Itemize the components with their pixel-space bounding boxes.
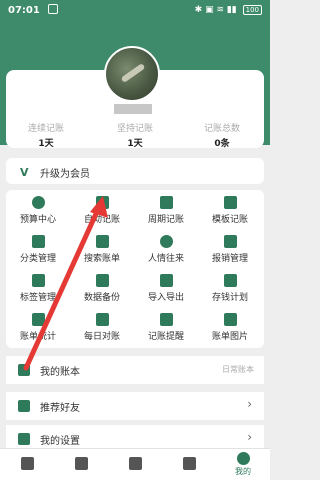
tab-wallet[interactable] <box>162 449 216 480</box>
menu-my-ledger[interactable]: 我的账本 日常账本 <box>6 356 264 384</box>
periodic-icon <box>159 196 173 209</box>
feature-saving-plan[interactable]: 存钱计划 <box>198 268 262 308</box>
gear-icon <box>18 433 30 445</box>
bill-image-icon <box>223 313 237 326</box>
status-time: 07:01 <box>8 5 40 16</box>
category-icon <box>31 235 45 248</box>
feature-budget[interactable]: 预算中心 <box>6 190 70 230</box>
feature-search-bill[interactable]: 搜索账单 <box>70 229 134 269</box>
stat-total-records: 记账总数 0条 <box>203 124 240 149</box>
feature-category[interactable]: 分类管理 <box>6 229 70 269</box>
backup-icon <box>95 274 109 287</box>
feature-bill-image[interactable]: 账单图片 <box>198 307 262 347</box>
reimburse-icon <box>223 235 237 248</box>
feature-reminder[interactable]: 记账提醒 <box>134 307 198 347</box>
feature-grid: 预算中心 自动记账 周期记账 模板记账 分类管理 搜索账单 人情往来 报销管理 … <box>6 190 264 348</box>
vip-icon: V <box>20 166 29 179</box>
menu-recommend-friend[interactable]: 推荐好友 › <box>6 392 264 420</box>
chart-icon <box>128 457 142 470</box>
star-icon <box>18 400 30 412</box>
bottom-tab-bar: 我的 <box>0 448 270 480</box>
tab-calendar[interactable] <box>54 449 108 480</box>
home-icon <box>20 457 34 470</box>
avatar[interactable] <box>104 46 160 102</box>
profile-icon <box>236 452 250 465</box>
feature-relation[interactable]: 人情往来 <box>134 229 198 269</box>
search-bill-icon <box>95 235 109 248</box>
daily-check-icon <box>95 313 109 326</box>
chevron-right-icon: › <box>247 397 252 411</box>
statistics-icon <box>31 313 45 326</box>
tab-chart[interactable] <box>108 449 162 480</box>
feature-template[interactable]: 模板记账 <box>198 190 262 230</box>
notification-icon <box>48 4 58 14</box>
feature-statistics[interactable]: 账单统计 <box>6 307 70 347</box>
tab-profile[interactable]: 我的 <box>216 449 270 480</box>
ledger-icon <box>18 364 30 376</box>
feature-backup[interactable]: 数据备份 <box>70 268 134 308</box>
auto-record-icon <box>95 196 109 209</box>
feature-tag[interactable]: 标签管理 <box>6 268 70 308</box>
stat-persist-days: 坚持记账 1天 <box>116 124 153 149</box>
tag-icon <box>31 274 45 287</box>
status-bar: 07:01 ✱ ▣ ≋ ▮▮ 100 <box>0 0 270 24</box>
import-export-icon <box>159 274 173 287</box>
stat-consecutive-days: 连续记账 1天 <box>27 124 64 149</box>
feature-reimburse[interactable]: 报销管理 <box>198 229 262 269</box>
relation-icon <box>159 235 173 248</box>
feature-periodic[interactable]: 周期记账 <box>134 190 198 230</box>
tab-home[interactable] <box>0 449 54 480</box>
chevron-right-icon: › <box>247 430 252 444</box>
template-icon <box>223 196 237 209</box>
calendar-icon <box>74 457 88 470</box>
upgrade-vip-button[interactable]: V 升级为会员 <box>6 158 264 184</box>
battery-icon: 100 <box>242 5 262 15</box>
feature-auto-record[interactable]: 自动记账 <box>70 190 134 230</box>
saving-plan-icon <box>223 274 237 287</box>
status-icons: ✱ ▣ ≋ ▮▮ 100 <box>195 5 262 15</box>
username-redacted <box>114 104 152 114</box>
feature-import-export[interactable]: 导入导出 <box>134 268 198 308</box>
wallet-icon <box>182 457 196 470</box>
budget-icon <box>31 196 45 209</box>
feature-daily-check[interactable]: 每日对账 <box>70 307 134 347</box>
reminder-icon <box>159 313 173 326</box>
